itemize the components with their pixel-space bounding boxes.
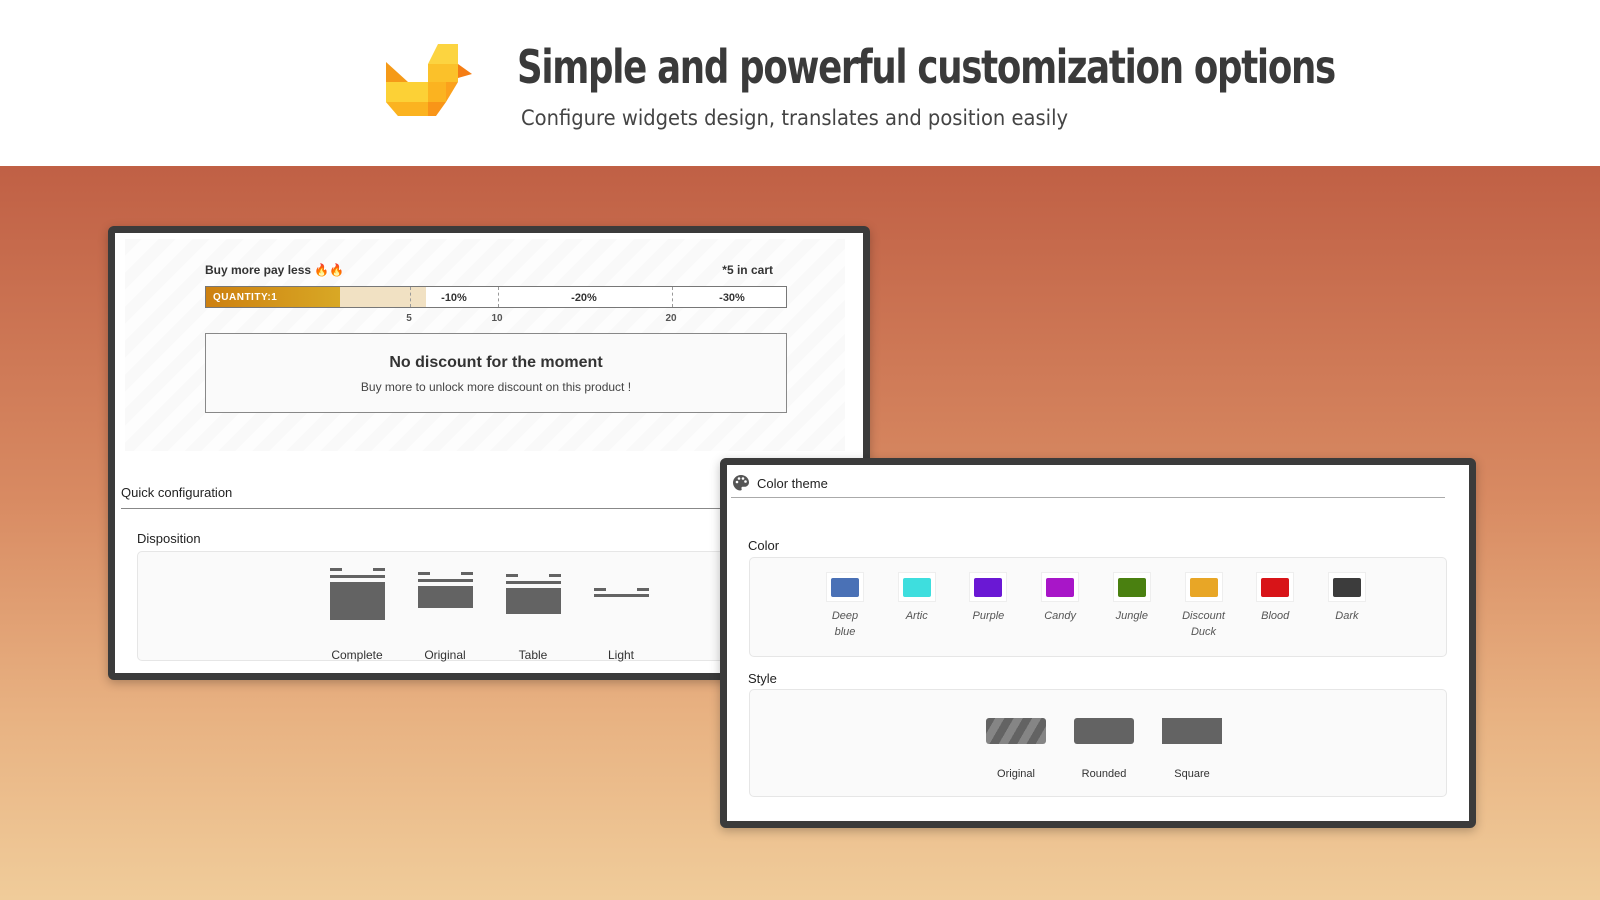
swatch-frame [1256,572,1295,602]
header: Simple and powerful customization option… [0,0,1600,166]
color-swatch [1332,578,1361,597]
color-label: Color [748,538,780,553]
page-subtitle: Configure widgets design, translates and… [521,106,1069,130]
layout-light-icon [594,588,649,598]
cart-note: *5 in cart [722,263,773,277]
discount-message-box: No discount for the moment Buy more to u… [205,333,787,413]
swatch-frame [1112,572,1151,602]
option-label: Table [518,648,548,662]
discount-message-subtitle: Buy more to unlock more discount on this… [360,380,632,394]
tick-label: 5 [406,313,412,324]
swatch-frame [1327,572,1366,602]
swatch-frame [826,572,864,602]
progress-partial [340,287,426,307]
layout-table-icon [506,574,561,614]
color-options: Deep blue Artic Purple Candy Jungle Discount … [749,557,1447,657]
color-label-text: Jungle [1115,610,1148,622]
progress-tick [410,287,411,307]
color-swatch [1189,578,1218,597]
color-swatch [902,578,931,597]
swatch-frame [897,572,936,602]
option-label: Light [607,648,635,662]
discount-message-title: No discount for the moment [389,354,603,371]
color-theme-window: Color theme Color Deep blue Artic Purple Ca… [720,458,1476,828]
widget-preview: Buy more pay less 🔥🔥 *5 in cart QUANTITY… [125,239,845,451]
option-label: Complete [331,648,383,662]
style-options: Original Rounded Square [749,689,1447,797]
style-rounded-icon [1074,718,1134,744]
swatch-frame [1184,572,1223,602]
page-title: Simple and powerful customization option… [517,40,1336,94]
disposition-label: Disposition [137,531,201,546]
color-label-text: Blood [1261,610,1290,622]
swatch-frame [969,572,1008,602]
color-label-text: Purple [972,610,1005,622]
color-swatch [974,578,1003,597]
duck-logo-icon [386,44,472,116]
option-label: Original [997,768,1035,780]
color-label-text: Deep blue [831,610,859,638]
progress-tick [498,287,499,307]
layout-original-icon [418,572,473,608]
discount-segment-label: -20% [571,292,597,304]
discount-segment-label: -30% [719,292,745,304]
widget-heading: Buy more pay less 🔥🔥 [205,263,345,277]
swatch-frame [1041,572,1080,602]
layout-complete-icon [330,568,385,620]
tick-label: 20 [665,313,677,324]
option-label: Original [424,648,466,662]
style-square-icon [1162,718,1222,744]
tick-label: 10 [491,313,503,324]
color-swatch [1261,578,1290,597]
quantity-label: QUANTITY:1 [213,292,278,303]
quantity-progress-bar: QUANTITY:1 -10% -20% -30% [205,286,787,308]
color-swatch [1046,578,1075,597]
color-label-text: Dark [1335,610,1359,622]
progress-tick [672,287,673,307]
style-striped-icon [986,718,1046,744]
color-swatch [1117,578,1146,597]
quick-config-title: Quick configuration [121,485,233,500]
color-label-text: Candy [1044,610,1076,622]
palette-icon [733,475,749,491]
divider [731,497,1445,498]
color-label-text: Discount Duck [1182,610,1225,638]
style-label: Style [748,671,777,686]
option-label: Rounded [1081,768,1127,780]
color-label-text: Artic [905,610,928,622]
option-label: Square [1174,768,1210,780]
color-theme-title: Color theme [757,476,828,491]
discount-segment-label: -10% [441,292,467,304]
color-swatch [831,578,859,597]
